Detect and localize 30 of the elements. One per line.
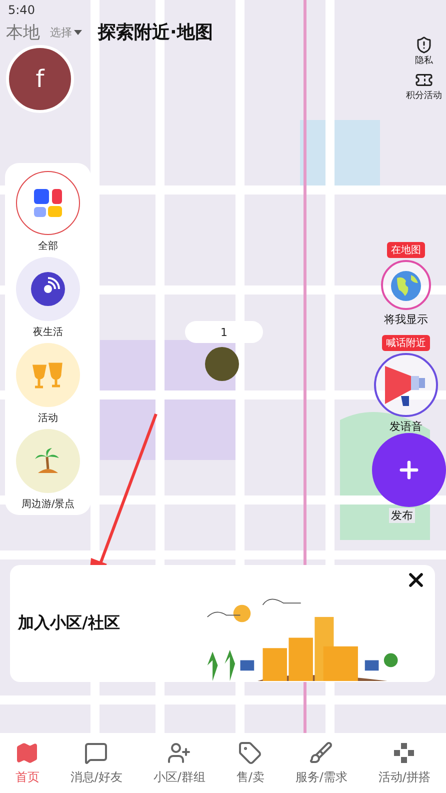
gamepad-icon: [392, 740, 416, 764]
status-time: 5:40: [8, 3, 35, 17]
disc-icon: [30, 271, 66, 307]
action-badge: 喊话附近: [382, 335, 430, 351]
nav-tab[interactable]: 首页: [15, 740, 40, 786]
nav-tab[interactable]: 消息/好友: [70, 740, 122, 786]
top-action-button[interactable]: 积分活动: [406, 71, 442, 102]
top-action-button[interactable]: 隐私: [415, 36, 433, 67]
action-badge: 在地图: [387, 242, 425, 258]
page-title: 探索附近·地图: [98, 21, 213, 44]
region-label[interactable]: 本地: [6, 20, 40, 44]
banner-title: 加入小区/社区: [18, 613, 120, 634]
count-bubble: 1: [185, 321, 263, 343]
palm-tree-icon: [34, 447, 62, 475]
caret-icon: [74, 30, 82, 34]
nav-tab[interactable]: 小区/群组: [153, 740, 206, 786]
nav-tab[interactable]: 活动/拼搭: [378, 740, 430, 786]
join-banner[interactable]: 加入小区/社区: [10, 565, 435, 682]
globe-icon: [389, 268, 423, 302]
tiles-icon: [33, 188, 63, 218]
nav-tab[interactable]: 售/卖: [236, 740, 264, 786]
shield-icon: [415, 36, 433, 54]
ticket-icon: [415, 71, 433, 89]
message-icon: [84, 740, 108, 764]
nav-tab[interactable]: 服务/需求: [295, 740, 348, 786]
tag-icon: [238, 740, 262, 764]
brush-icon: [309, 740, 334, 764]
map-icon: [15, 740, 40, 764]
publish-label: 发布: [389, 508, 415, 523]
add-user-icon: [167, 740, 192, 764]
